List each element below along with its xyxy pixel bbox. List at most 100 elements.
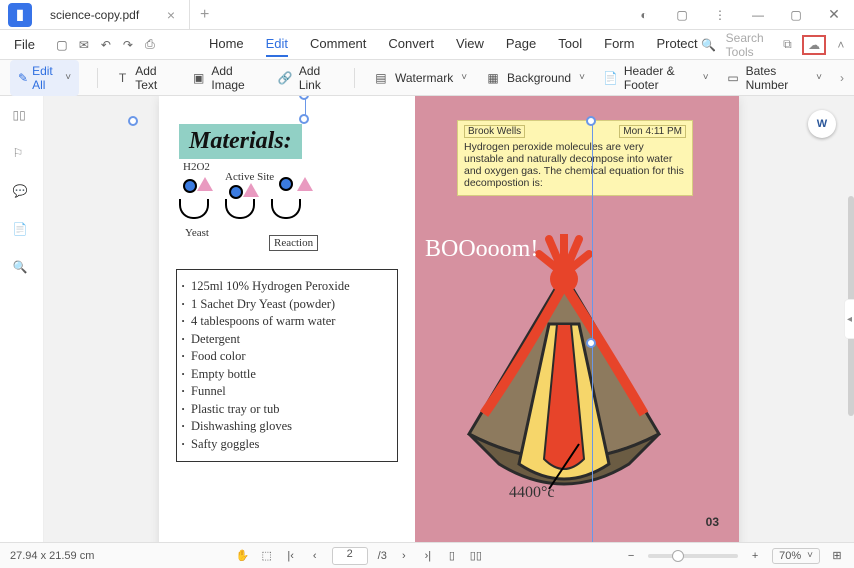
attachments-icon[interactable]: 📄 [13,222,31,240]
single-page-view-icon[interactable]: ▯ [445,549,459,563]
peroxide-molecule-icon [183,179,197,193]
enzyme-icon [243,183,259,197]
menu-home[interactable]: Home [209,32,244,57]
menu-convert[interactable]: Convert [388,32,434,57]
add-image-button[interactable]: ▣ Add Image [192,64,260,92]
header-footer-icon: 📄 [603,70,618,86]
page-total: /3 [378,550,387,562]
file-menu[interactable]: File [6,37,43,52]
edit-toolbar: ✎ Edit All ˅ T Add Text ▣ Add Image 🔗 Ad… [0,60,854,96]
menu-view[interactable]: View [456,32,484,57]
sticky-body: Hydrogen peroxide molecules are very uns… [464,141,686,189]
collapse-right-panel-handle[interactable]: ◂ [844,299,854,339]
prev-page-icon[interactable]: ‹ [308,549,322,563]
selection-handle[interactable] [586,338,596,348]
image-icon: ▣ [192,70,205,86]
zoom-slider[interactable] [648,554,738,558]
comments-panel-icon[interactable]: 💬 [13,184,31,202]
search-input[interactable]: Search Tools [726,31,773,59]
header-footer-button[interactable]: 📄 Header & Footer ˅ [603,64,709,92]
kebab-menu-icon[interactable]: ⋮ [706,1,734,29]
list-item: 1 Sachet Dry Yeast (powder) [191,296,389,314]
zoom-value: 70% [779,550,801,562]
page-input[interactable]: 2 [332,547,368,565]
yeast-shape-icon [271,199,301,219]
enzyme-icon [297,177,313,191]
yeast-shape-icon [225,199,255,219]
bates-number-button[interactable]: ▭ Bates Number ˅ [727,64,822,92]
chevron-down-icon: ˅ [816,72,822,83]
yeast-shape-icon [179,199,209,219]
next-page-icon[interactable]: › [397,549,411,563]
search-panel-icon[interactable]: 🔍 [13,260,31,278]
chevron-down-icon: ˅ [703,72,709,83]
two-page-view-icon[interactable]: ▯▯ [469,549,483,563]
background-label: Background [507,71,571,85]
add-text-button[interactable]: T Add Text [116,64,174,92]
search-icon[interactable]: 🔍 [702,38,716,52]
open-external-icon[interactable]: ⧉ [783,38,793,52]
edit-all-label: Edit All [32,64,59,92]
redo-icon[interactable]: ↷ [121,38,135,52]
thumbnails-icon[interactable]: ▯▯ [13,108,31,126]
mail-icon[interactable]: ✉ [77,38,91,52]
chevron-down-icon: ˅ [807,550,813,561]
minimize-button[interactable]: — [744,1,772,29]
bates-label: Bates Number [746,64,809,92]
close-window-button[interactable]: ✕ [820,1,848,29]
list-item: 4 tablespoons of warm water [191,313,389,331]
document-tab[interactable]: science-copy.pdf × [40,0,190,29]
selection-handle[interactable] [299,114,309,124]
boom-text: BOOooom! [425,236,538,263]
sticky-note[interactable]: Brook Wells Mon 4:11 PM Hydrogen peroxid… [457,120,693,196]
print-icon[interactable]: ⎙ [143,38,157,52]
menu-page[interactable]: Page [506,32,536,57]
toolbar-overflow-icon[interactable]: › [840,71,844,85]
materials-heading: Materials: [179,124,302,159]
volcano-illustration [429,234,699,514]
statusbar: 27.94 x 21.59 cm ✋ ⬚ |‹ ‹ 2 /3 › ›| ▯ ▯▯… [0,542,854,568]
add-link-button[interactable]: 🔗 Add Link [278,64,336,92]
bookmarks-icon[interactable]: ⚐ [13,146,31,164]
menu-form[interactable]: Form [604,32,634,57]
selection-handle[interactable] [586,116,596,126]
menu-protect[interactable]: Protect [656,32,697,57]
selection-handle[interactable] [128,116,138,126]
zoom-in-icon[interactable]: + [748,549,762,563]
zoom-thumb[interactable] [672,550,684,562]
temperature-label: 4400°c [509,484,555,502]
close-tab-icon[interactable]: × [163,7,179,23]
zoom-out-icon[interactable]: − [624,549,638,563]
zoom-dropdown[interactable]: 70% ˅ [772,548,820,564]
pencil-icon: ✎ [18,71,28,85]
add-text-label: Add Text [135,64,174,92]
select-tool-icon[interactable]: ⬚ [260,549,274,563]
watermark-button[interactable]: ▤ Watermark ˅ [373,70,467,86]
menu-edit[interactable]: Edit [266,32,288,57]
last-page-icon[interactable]: ›| [421,549,435,563]
link-icon: 🔗 [278,70,293,86]
cloud-upload-button[interactable]: ☁ [802,35,826,55]
list-item: Safty goggles [191,436,389,454]
menu-tool[interactable]: Tool [558,32,582,57]
maximize-button[interactable]: ▢ [782,1,810,29]
undo-icon[interactable]: ↶ [99,38,113,52]
document-canvas[interactable]: Materials: H2O2 Active Site Yeast Reacti… [44,96,854,542]
list-item: 125ml 10% Hydrogen Peroxide [191,278,389,296]
peroxide-molecule-icon [229,185,243,199]
account-icon[interactable]: ◐ [630,1,658,29]
notification-icon[interactable]: ▢ [668,1,696,29]
export-word-icon[interactable]: W [808,110,836,138]
header-footer-label: Header & Footer [624,64,695,92]
separator [354,68,355,88]
collapse-ribbon-icon[interactable]: ˄ [836,38,846,52]
first-page-icon[interactable]: |‹ [284,549,298,563]
new-tab-button[interactable]: + [190,6,219,24]
sticky-timestamp: Mon 4:11 PM [619,125,686,138]
edit-all-button[interactable]: ✎ Edit All ˅ [10,60,79,96]
hand-tool-icon[interactable]: ✋ [236,549,250,563]
save-icon[interactable]: ▢ [55,38,69,52]
fit-page-icon[interactable]: ⊞ [830,549,844,563]
menu-comment[interactable]: Comment [310,32,366,57]
background-button[interactable]: ▦ Background ˅ [485,70,585,86]
